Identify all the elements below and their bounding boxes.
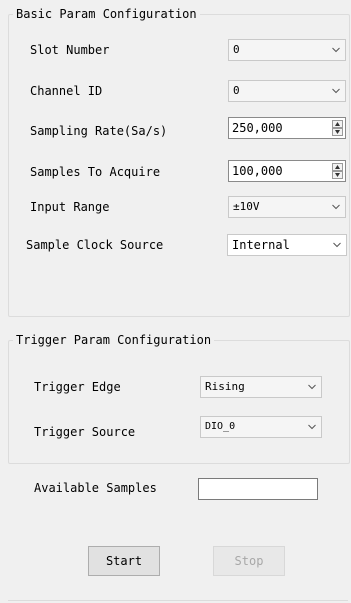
basic-param-title: Basic Param Configuration <box>13 7 200 21</box>
input-range-value: ±10V <box>233 200 260 213</box>
available-samples-field[interactable] <box>198 478 318 500</box>
slot-number-label: Slot Number <box>30 43 110 57</box>
chevron-down-icon <box>332 88 340 94</box>
triangle-up-icon <box>335 122 340 126</box>
channel-id-label: Channel ID <box>30 84 103 98</box>
sampling-rate-up-button[interactable] <box>332 120 343 128</box>
triangle-up-icon <box>335 165 340 169</box>
samples-to-acquire-value: 100,000 <box>232 164 283 178</box>
samples-to-acquire-up-button[interactable] <box>332 163 343 171</box>
samples-to-acquire-spin-buttons <box>332 163 343 179</box>
channel-id-select[interactable]: 0 <box>228 80 346 102</box>
trigger-param-title: Trigger Param Configuration <box>13 333 215 347</box>
sample-clock-source-label: Sample Clock Source <box>26 238 164 252</box>
chevron-down-icon <box>308 424 316 430</box>
chevron-down-icon <box>333 242 341 248</box>
chevron-down-icon <box>332 47 340 53</box>
bottom-divider <box>8 600 348 601</box>
start-button[interactable]: Start <box>88 546 160 576</box>
trigger-param-group: Trigger Param Configuration <box>8 333 350 464</box>
trigger-source-select[interactable]: DIO_0 <box>200 416 322 438</box>
sampling-rate-down-button[interactable] <box>332 128 343 136</box>
channel-id-value: 0 <box>233 84 240 97</box>
sampling-rate-label: Sampling Rate(Sa/s) <box>30 124 168 138</box>
chevron-down-icon <box>308 384 316 390</box>
triangle-down-icon <box>335 173 340 177</box>
sampling-rate-spinbox[interactable]: 250,000 <box>228 117 346 139</box>
slot-number-select[interactable]: 0 <box>228 39 346 61</box>
triangle-down-icon <box>335 130 340 134</box>
trigger-edge-select[interactable]: Rising <box>200 376 322 398</box>
input-range-label: Input Range <box>30 200 110 214</box>
sample-clock-source-select[interactable]: Internal <box>227 234 347 256</box>
sample-clock-source-value: Internal <box>232 238 290 252</box>
slot-number-value: 0 <box>233 43 240 56</box>
stop-button[interactable]: Stop <box>213 546 285 576</box>
trigger-source-value: DIO_0 <box>205 421 236 432</box>
trigger-edge-label: Trigger Edge <box>34 380 121 394</box>
samples-to-acquire-spinbox[interactable]: 100,000 <box>228 160 346 182</box>
chevron-down-icon <box>332 204 340 210</box>
trigger-source-label: Trigger Source <box>34 425 136 439</box>
sampling-rate-value: 250,000 <box>232 121 283 135</box>
trigger-edge-value: Rising <box>205 380 245 393</box>
samples-to-acquire-label: Samples To Acquire <box>30 165 161 179</box>
available-samples-label: Available Samples <box>34 481 157 495</box>
input-range-select[interactable]: ±10V <box>228 196 346 218</box>
sampling-rate-spin-buttons <box>332 120 343 136</box>
samples-to-acquire-down-button[interactable] <box>332 171 343 179</box>
